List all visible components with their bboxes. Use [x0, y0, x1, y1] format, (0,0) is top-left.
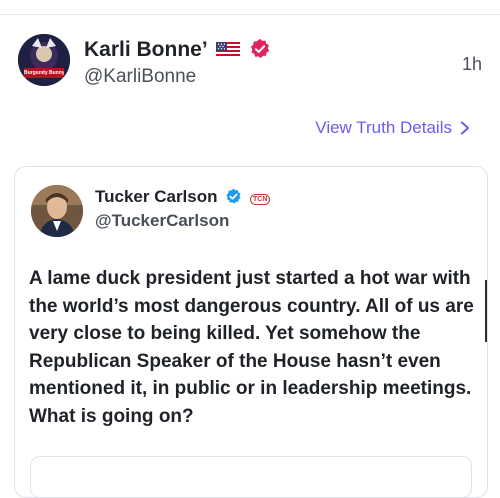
post-time: 1h — [461, 54, 482, 74]
scroll-indicator — [485, 280, 487, 342]
quoted-post-card[interactable]: Tucker Carlson TCN @TuckerCarlson A lame… — [14, 166, 488, 498]
verified-badge-icon — [226, 188, 241, 204]
quoted-author-avatar[interactable] — [31, 185, 83, 237]
next-card-edge — [30, 456, 472, 498]
us-flag-icon — [216, 42, 241, 58]
tcn-badge: TCN — [249, 194, 271, 205]
quoted-post-text: A lame duck president just started a hot… — [29, 268, 474, 427]
chevron-right-icon — [461, 121, 469, 135]
post-header: Burgundy Bunny Karli Bonne’ @KarliBonne … — [18, 34, 482, 94]
view-truth-details-label: View Truth Details — [315, 118, 452, 137]
top-divider — [0, 14, 500, 15]
author-handle[interactable]: @KarliBonne — [84, 66, 196, 88]
view-truth-details-link[interactable]: View Truth Details — [315, 118, 470, 138]
author-name[interactable]: Karli Bonne’ — [84, 38, 207, 61]
quoted-author-handle[interactable]: @TuckerCarlson — [95, 211, 229, 231]
verified-badge-icon — [251, 38, 270, 59]
author-name-row: Karli Bonne’ — [84, 38, 271, 62]
quoted-author-name-row: Tucker Carlson TCN — [95, 187, 271, 207]
author-avatar[interactable]: Burgundy Bunny — [18, 34, 70, 86]
quoted-author-name[interactable]: Tucker Carlson — [95, 187, 218, 206]
avatar-caption: Burgundy Bunny — [24, 70, 64, 76]
